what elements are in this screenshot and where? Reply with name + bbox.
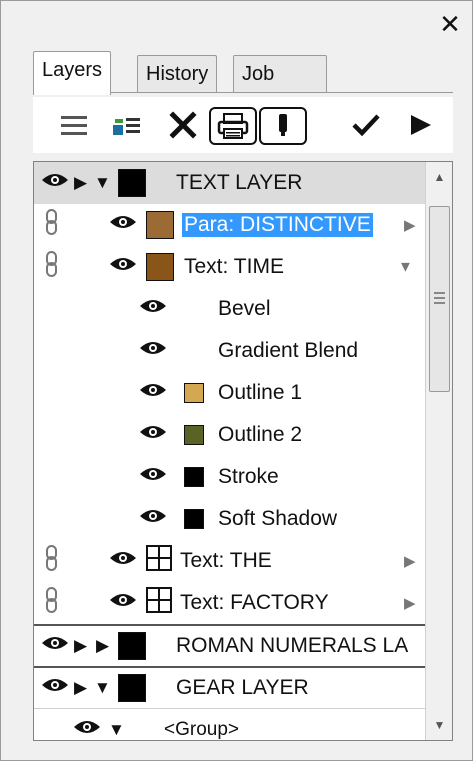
object-row-text-time[interactable]: Text: TIME ▼ bbox=[34, 246, 426, 288]
layer-label: GEAR LAYER bbox=[176, 676, 309, 699]
scrollbar-thumb[interactable] bbox=[429, 206, 450, 392]
group-label: <Group> bbox=[164, 718, 239, 740]
layer-label: TEXT LAYER bbox=[176, 171, 303, 194]
tab-layers[interactable]: Layers bbox=[33, 51, 112, 95]
lock-toggle-icon[interactable] bbox=[259, 107, 307, 145]
expand-arrow-icon[interactable]: ▶ bbox=[404, 594, 416, 612]
collapse-icon[interactable]: ▼ bbox=[108, 720, 125, 740]
effect-color-swatch bbox=[184, 425, 204, 445]
tab-job[interactable]: Job bbox=[233, 55, 327, 93]
effect-label: Outline 1 bbox=[218, 381, 303, 404]
tab-history[interactable]: History bbox=[137, 55, 218, 93]
object-label: Para: DISTINCTIVE bbox=[182, 213, 373, 237]
eye-icon[interactable] bbox=[108, 254, 138, 280]
layers-panel: ✕ Layers History Job ▶ ▼ TEXT LAYER Para… bbox=[0, 0, 473, 761]
eye-icon[interactable] bbox=[108, 590, 138, 616]
effect-color-swatch bbox=[184, 383, 204, 403]
layers-tree: ▶ ▼ TEXT LAYER Para: DISTINCTIVE ▶ Text:… bbox=[33, 161, 453, 741]
object-row-para-distinctive[interactable]: Para: DISTINCTIVE ▶ bbox=[34, 204, 426, 246]
scroll-down-arrow-icon[interactable]: ▼ bbox=[426, 712, 452, 738]
pointer-icon: ▶ bbox=[74, 636, 88, 655]
eye-icon[interactable] bbox=[72, 717, 102, 741]
eye-icon[interactable] bbox=[108, 548, 138, 574]
effect-label: Outline 2 bbox=[218, 423, 303, 446]
grip-icon bbox=[434, 289, 445, 307]
print-icon[interactable] bbox=[209, 107, 257, 145]
effect-row-gradient-blend[interactable]: Gradient Blend bbox=[34, 330, 426, 372]
effect-row-outline-1[interactable]: Outline 1 bbox=[34, 372, 426, 414]
object-label: Text: THE bbox=[180, 549, 272, 572]
eye-icon[interactable] bbox=[40, 170, 70, 196]
object-label: Text: TIME bbox=[184, 255, 284, 278]
eye-icon[interactable] bbox=[138, 422, 168, 448]
grid-swatch-icon bbox=[146, 545, 172, 577]
layer-row-text-layer[interactable]: ▶ ▼ TEXT LAYER bbox=[34, 162, 426, 204]
object-label: Text: FACTORY bbox=[180, 591, 329, 614]
effect-row-soft-shadow[interactable]: Soft Shadow bbox=[34, 498, 426, 540]
expand-arrow-icon[interactable]: ▶ bbox=[404, 552, 416, 570]
play-icon[interactable] bbox=[405, 105, 435, 145]
scroll-up-arrow-icon[interactable]: ▲ bbox=[426, 164, 452, 190]
collapse-icon[interactable]: ▼ bbox=[94, 678, 111, 698]
object-color-swatch bbox=[146, 253, 174, 281]
checkmark-icon[interactable] bbox=[349, 105, 383, 145]
link-icon[interactable] bbox=[44, 587, 60, 619]
layer-row-roman-numerals[interactable]: ▶ ▶ ROMAN NUMERALS LA bbox=[34, 624, 426, 666]
group-row[interactable]: ▼ <Group> bbox=[34, 708, 426, 741]
eye-icon[interactable] bbox=[138, 338, 168, 364]
effect-color-swatch bbox=[184, 467, 204, 487]
effect-label: Gradient Blend bbox=[218, 339, 359, 362]
link-icon[interactable] bbox=[44, 251, 60, 283]
eye-icon[interactable] bbox=[40, 633, 70, 659]
effect-color-swatch bbox=[184, 509, 204, 529]
object-color-swatch bbox=[146, 211, 174, 239]
link-icon[interactable] bbox=[44, 209, 60, 241]
close-button[interactable]: ✕ bbox=[436, 7, 464, 41]
collapse-icon[interactable]: ▼ bbox=[94, 173, 111, 193]
effect-label: Stroke bbox=[218, 465, 279, 488]
layer-label: ROMAN NUMERALS LA bbox=[176, 634, 409, 657]
effect-label: Soft Shadow bbox=[218, 507, 338, 530]
eye-icon[interactable] bbox=[108, 212, 138, 238]
link-icon[interactable] bbox=[44, 545, 60, 577]
expanded-arrow-icon[interactable]: ▼ bbox=[398, 259, 413, 276]
object-row-text-factory[interactable]: Text: FACTORY ▶ bbox=[34, 582, 426, 624]
layer-color-swatch bbox=[118, 169, 146, 197]
eye-icon[interactable] bbox=[138, 464, 168, 490]
effect-row-stroke[interactable]: Stroke bbox=[34, 456, 426, 498]
layer-options-icon[interactable] bbox=[109, 105, 145, 145]
eye-icon[interactable] bbox=[138, 380, 168, 406]
expand-arrow-icon[interactable]: ▶ bbox=[404, 216, 416, 234]
effect-row-bevel[interactable]: Bevel bbox=[34, 288, 426, 330]
pointer-icon: ▶ bbox=[74, 173, 88, 192]
grid-swatch-icon bbox=[146, 587, 172, 619]
effect-label: Bevel bbox=[218, 297, 271, 320]
eye-icon[interactable] bbox=[138, 506, 168, 532]
expand-icon[interactable]: ▶ bbox=[96, 636, 109, 656]
delete-icon[interactable] bbox=[167, 105, 199, 145]
object-row-text-the[interactable]: Text: THE ▶ bbox=[34, 540, 426, 582]
eye-icon[interactable] bbox=[138, 296, 168, 322]
pointer-icon: ▶ bbox=[74, 678, 88, 697]
vertical-scrollbar[interactable]: ▲ ▼ bbox=[425, 162, 452, 740]
menu-icon[interactable] bbox=[57, 105, 91, 145]
layer-color-swatch bbox=[118, 632, 146, 660]
layers-toolbar bbox=[33, 97, 453, 153]
layer-color-swatch bbox=[118, 674, 146, 702]
eye-icon[interactable] bbox=[40, 675, 70, 701]
effect-row-outline-2[interactable]: Outline 2 bbox=[34, 414, 426, 456]
tab-bar: Layers History Job bbox=[33, 51, 453, 95]
layer-row-gear-layer[interactable]: ▶ ▼ GEAR LAYER bbox=[34, 666, 426, 708]
